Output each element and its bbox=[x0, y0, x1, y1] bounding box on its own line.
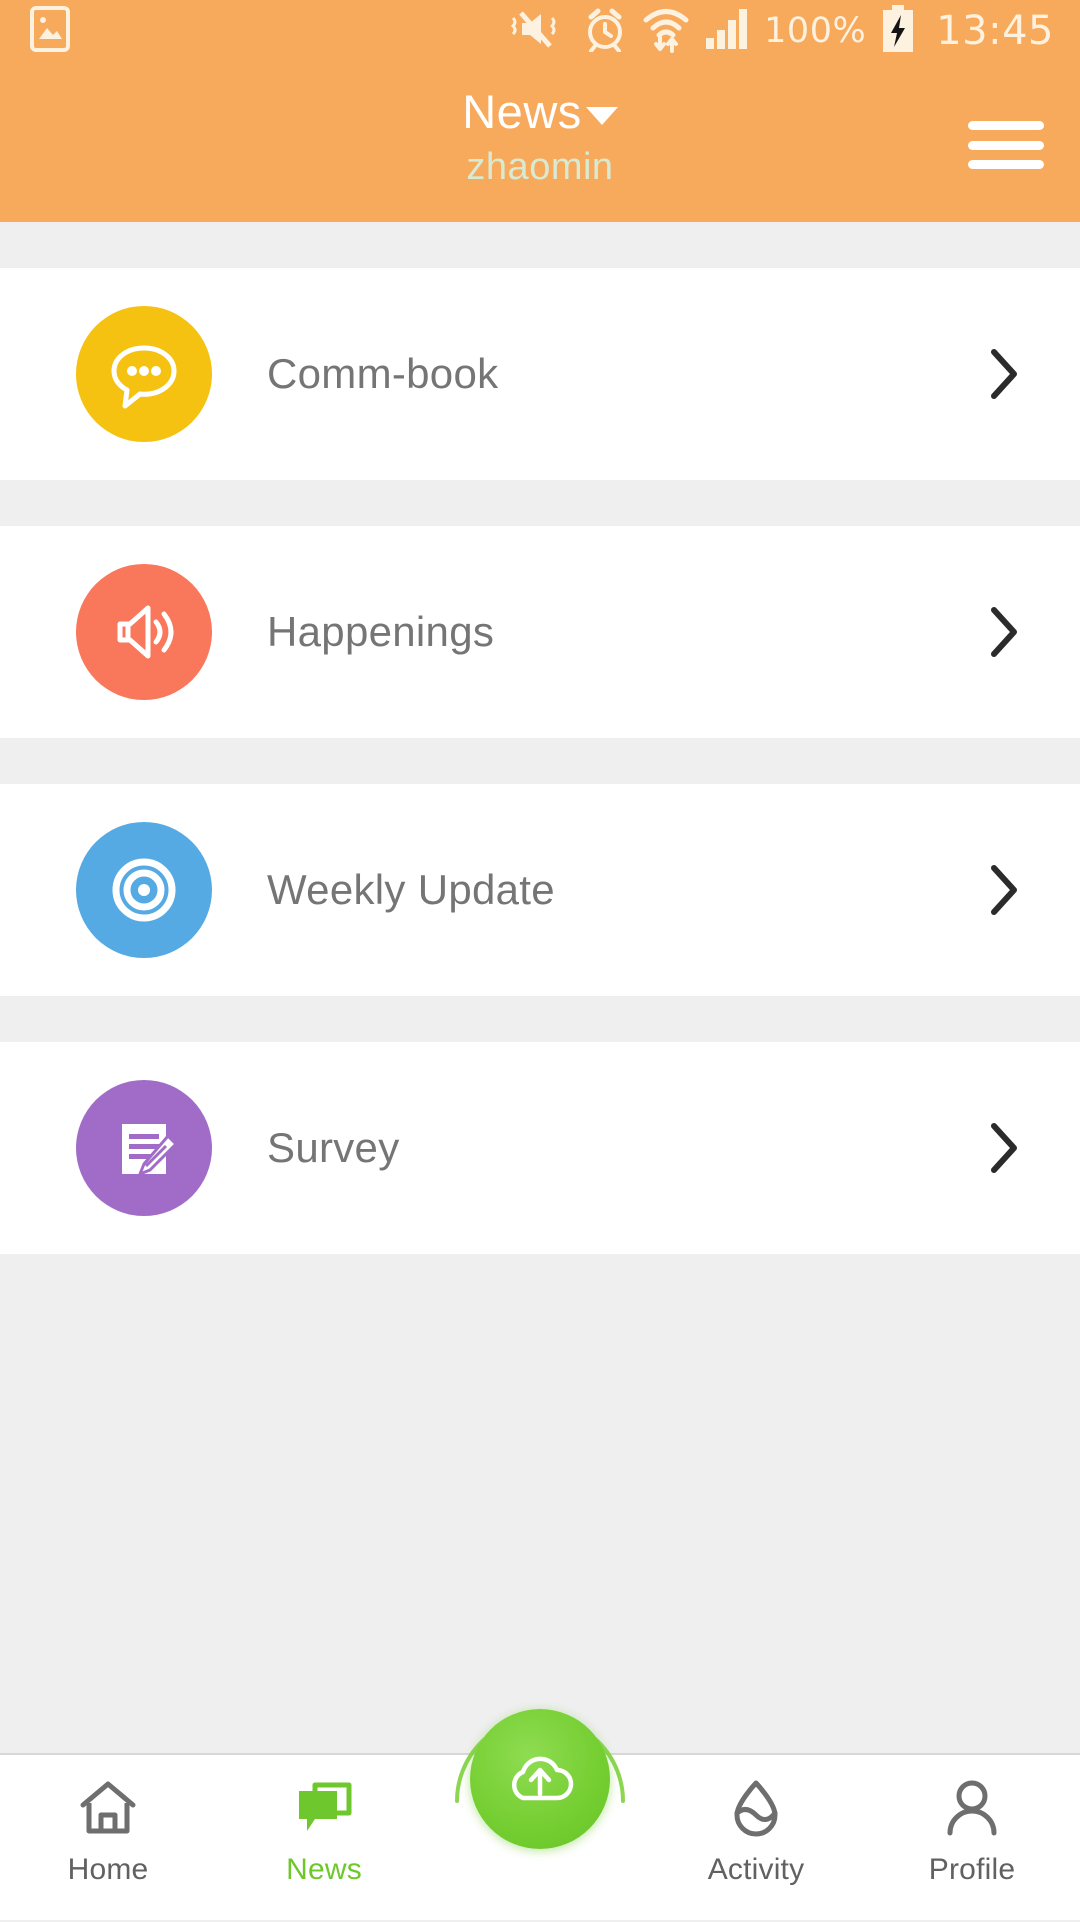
status-bar-left bbox=[30, 5, 70, 57]
nav-item-upload[interactable] bbox=[432, 1709, 648, 1922]
news-bubbles-icon bbox=[293, 1777, 355, 1839]
speech-bubble-dots-icon bbox=[76, 306, 212, 442]
hamburger-bar bbox=[968, 140, 1044, 150]
chevron-right-icon bbox=[984, 604, 1024, 660]
document-pencil-icon bbox=[76, 1080, 212, 1216]
hamburger-bar bbox=[968, 160, 1044, 169]
nav-label: Activity bbox=[707, 1853, 805, 1886]
wifi-data-icon bbox=[642, 5, 690, 58]
target-bullseye-icon bbox=[76, 822, 212, 958]
signal-bars-icon bbox=[704, 7, 750, 56]
news-section-list: Comm-book Happenings Weekly Update Surve… bbox=[0, 222, 1080, 1753]
list-item-label: Comm-book bbox=[267, 350, 499, 397]
battery-charging-icon bbox=[880, 4, 916, 59]
clock-label: 13:45 bbox=[936, 8, 1054, 54]
cloud-upload-icon[interactable] bbox=[470, 1709, 610, 1849]
list-item-survey[interactable]: Survey bbox=[0, 1042, 1080, 1254]
battery-percent-label: 100% bbox=[764, 11, 867, 51]
image-icon bbox=[30, 5, 70, 57]
chevron-right-icon bbox=[984, 862, 1024, 918]
hamburger-menu-icon[interactable] bbox=[968, 115, 1044, 175]
chevron-right-icon bbox=[984, 346, 1024, 402]
nav-item-activity[interactable]: Activity bbox=[648, 1755, 864, 1922]
list-item-label: Weekly Update bbox=[267, 866, 555, 913]
header-subtitle: zhaomin bbox=[466, 146, 614, 188]
chevron-right-icon bbox=[984, 1120, 1024, 1176]
app-header: 100% 13:45 News zhaomin bbox=[0, 0, 1080, 222]
list-item-weekly-update[interactable]: Weekly Update bbox=[0, 784, 1080, 996]
person-icon bbox=[941, 1777, 1003, 1839]
list-item-label: Happenings bbox=[267, 608, 495, 655]
status-bar-right: 100% 13:45 bbox=[510, 4, 1054, 59]
water-drop-wave-icon bbox=[725, 1777, 787, 1839]
nav-item-profile[interactable]: Profile bbox=[864, 1755, 1080, 1922]
list-divider bbox=[0, 996, 1080, 1042]
list-item-comm-book[interactable]: Comm-book bbox=[0, 268, 1080, 480]
list-divider bbox=[0, 480, 1080, 526]
alarm-icon bbox=[582, 6, 628, 57]
nav-item-home[interactable]: Home bbox=[0, 1755, 216, 1922]
list-item-label: Survey bbox=[267, 1124, 400, 1171]
bottom-navigation-bar: Home News Activity Profile bbox=[0, 1709, 1080, 1922]
nav-item-news[interactable]: News bbox=[216, 1755, 432, 1922]
chevron-down-icon bbox=[585, 106, 618, 125]
list-divider bbox=[0, 738, 1080, 784]
nav-label: News bbox=[286, 1853, 362, 1886]
hamburger-bar bbox=[968, 121, 1044, 130]
nav-label: Profile bbox=[928, 1853, 1016, 1886]
list-divider bbox=[0, 222, 1080, 268]
header-title-block: News zhaomin bbox=[0, 62, 1080, 222]
megaphone-speaker-icon bbox=[76, 564, 212, 700]
list-item-happenings[interactable]: Happenings bbox=[0, 526, 1080, 738]
status-bar: 100% 13:45 bbox=[0, 0, 1080, 62]
home-icon bbox=[77, 1777, 139, 1839]
nav-label: Home bbox=[67, 1853, 149, 1886]
page-title: News bbox=[462, 85, 582, 138]
mute-vibrate-icon bbox=[510, 6, 568, 57]
title-dropdown[interactable]: News bbox=[462, 88, 618, 135]
